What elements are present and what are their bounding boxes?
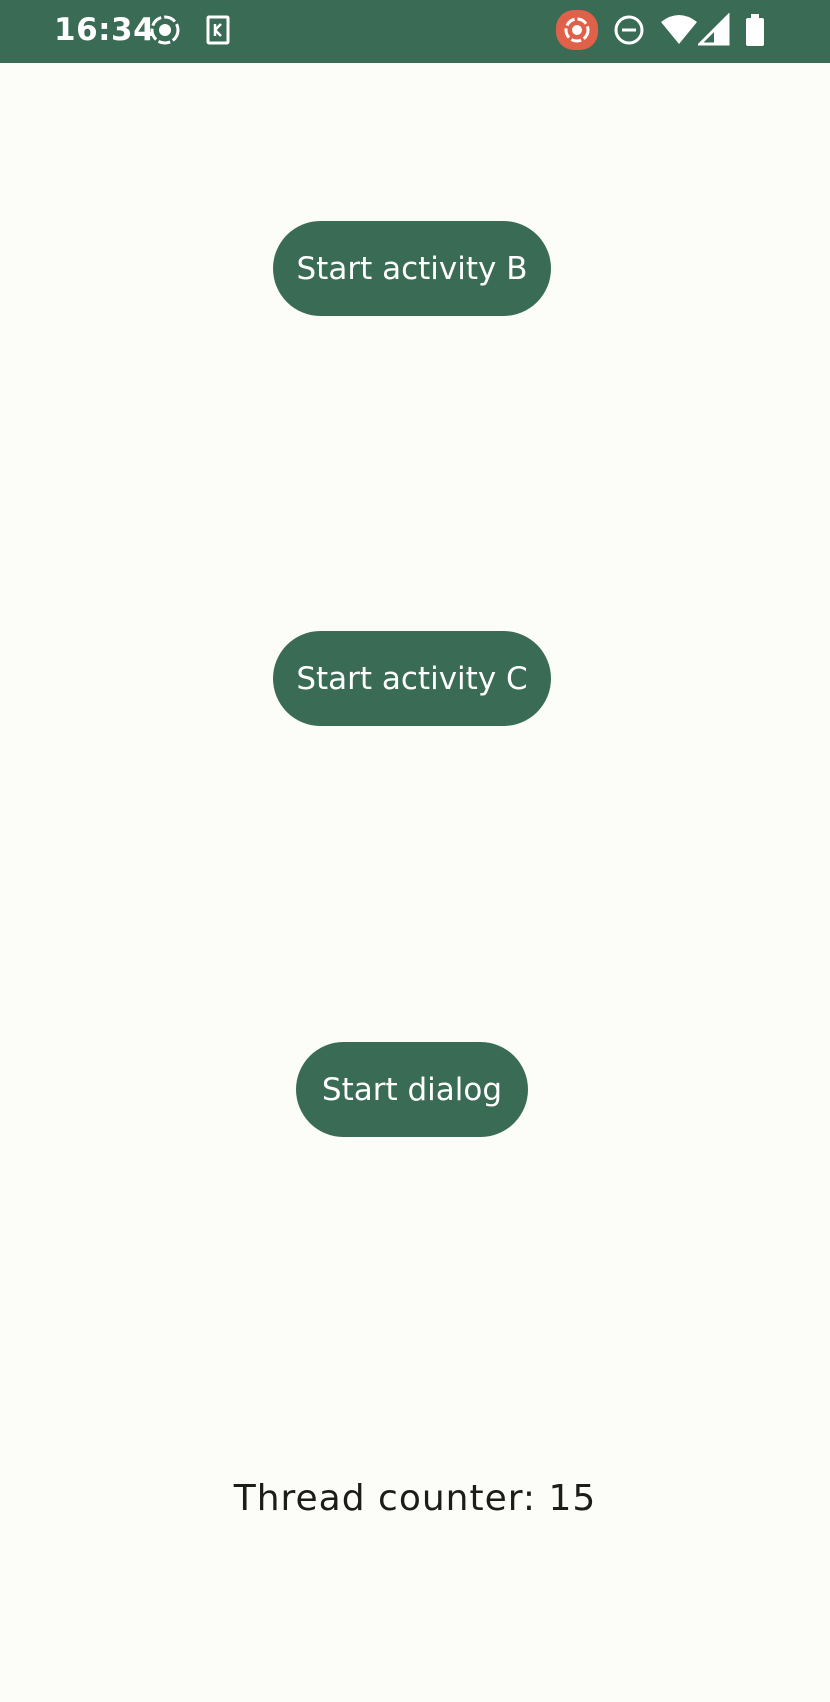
start-dialog-button[interactable]: Start dialog <box>296 1042 528 1137</box>
cell-signal-icon <box>698 13 730 47</box>
status-bar: 16:34 <box>0 0 830 63</box>
wifi-icon <box>660 13 698 47</box>
start-activity-c-button[interactable]: Start activity C <box>273 631 551 726</box>
thread-counter-label: Thread counter: 15 <box>233 1478 597 1519</box>
keyboard-icon <box>201 13 235 47</box>
start-activity-b-button[interactable]: Start activity B <box>273 221 551 316</box>
do-not-disturb-icon <box>612 13 646 47</box>
screen-record-icon <box>556 10 598 50</box>
battery-icon <box>744 13 766 47</box>
status-time: 16:34 <box>54 12 156 48</box>
app-screen: 16:34 Start activity B Start activity C … <box>0 0 830 1702</box>
record-icon <box>148 13 182 47</box>
